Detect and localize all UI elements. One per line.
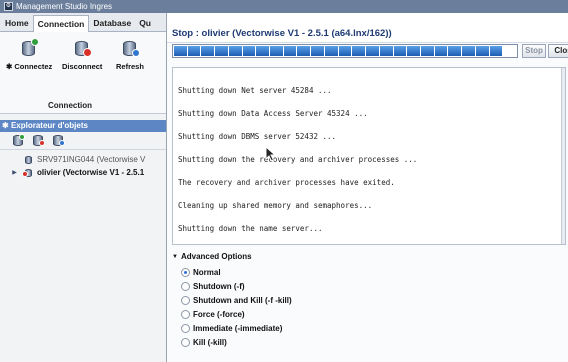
progress-segment xyxy=(448,46,462,56)
progress-segment xyxy=(311,46,324,56)
progress-segment xyxy=(379,46,393,56)
advanced-options-label: Advanced Options xyxy=(180,252,252,261)
connect-star-icon: ✱ xyxy=(6,62,13,71)
refresh-icon[interactable] xyxy=(52,134,65,147)
tab-home[interactable]: Home xyxy=(1,15,33,31)
window-title: Management Studio Ingres xyxy=(16,2,113,11)
tree-item-srv971ing044[interactable]: SRV971ING044 (Vectorwise V xyxy=(0,153,166,166)
progress-segment xyxy=(324,46,338,56)
option-shutdown[interactable]: Shutdown (-f) xyxy=(181,282,245,291)
progress-segment xyxy=(434,46,448,56)
expand-arrow-icon[interactable]: ▶ xyxy=(10,169,19,176)
progress-segment xyxy=(352,46,366,56)
dialog-title: Stop : olivier (Vectorwise V1 - 2.5.1 (a… xyxy=(172,28,392,39)
disconnect-button[interactable]: Disconnect xyxy=(62,38,102,71)
connect-label: Connectez xyxy=(14,62,53,71)
progress-segment xyxy=(366,46,379,56)
log-line: Shutting down Net server 45284 ... xyxy=(178,86,332,95)
progress-segment xyxy=(187,46,201,56)
log-output: Shutting down Net server 45284 ... Shutt… xyxy=(172,67,566,245)
refresh-label: Refresh xyxy=(116,62,144,71)
left-pane: Home Connection Database Qu ✱ Connectez … xyxy=(0,13,166,362)
connect-button[interactable]: ✱ Connectez xyxy=(6,38,52,71)
explorer-title: Explorateur d'objets xyxy=(10,121,88,130)
progress-segment xyxy=(338,46,352,56)
option-label: Kill (-kill) xyxy=(193,338,227,347)
object-explorer-header: ✱ Explorateur d'objets xyxy=(0,120,166,132)
app-icon: ⚙ xyxy=(4,2,13,11)
window-titlebar: ⚙ Management Studio Ingres xyxy=(0,0,568,13)
log-line: Shutting down the name server... xyxy=(178,224,323,233)
radio-button[interactable] xyxy=(181,268,190,277)
stop-dialog: Stop : olivier (Vectorwise V1 - 2.5.1 (a… xyxy=(166,13,568,362)
option-shutdown-kill[interactable]: Shutdown and Kill (-f -kill) xyxy=(181,296,292,305)
progress-segment xyxy=(475,46,489,56)
tree-item-label: SRV971ING044 (Vectorwise V xyxy=(37,155,146,164)
progress-segment xyxy=(297,46,311,56)
log-scrollbar[interactable] xyxy=(561,68,565,244)
log-line: Shutting down the recovery and archiver … xyxy=(178,155,418,164)
progress-segment xyxy=(174,46,187,56)
progress-segment xyxy=(420,46,434,56)
close-button[interactable]: Clos xyxy=(548,44,568,58)
stop-button[interactable]: Stop xyxy=(522,44,546,58)
disconnect-label: Disconnect xyxy=(62,62,103,71)
ribbon-group-label: Connection xyxy=(48,101,92,110)
ribbon-body: ✱ Connectez Disconnect Refresh Connectio… xyxy=(0,32,166,114)
radio-button[interactable] xyxy=(181,338,190,347)
radio-button[interactable] xyxy=(181,310,190,319)
database-disconnect-icon xyxy=(72,38,93,58)
log-line: Cleaning up shared memory and semaphores… xyxy=(178,201,373,210)
connect-icon[interactable] xyxy=(12,134,25,147)
disconnect-icon[interactable] xyxy=(32,134,45,147)
radio-button[interactable] xyxy=(181,324,190,333)
option-label: Shutdown (-f) xyxy=(193,282,245,291)
object-tree: SRV971ING044 (Vectorwise V ▶ olivier (Ve… xyxy=(0,150,166,179)
collapse-caret-icon: ▼ xyxy=(172,253,178,260)
option-force[interactable]: Force (-force) xyxy=(181,310,245,319)
progress-segment xyxy=(228,46,242,56)
log-line: Shutting down DBMS server 52432 ... xyxy=(178,132,337,141)
progress-segment xyxy=(256,46,270,56)
option-normal[interactable]: Normal xyxy=(181,268,221,277)
explorer-star-icon: ✱ xyxy=(2,121,9,130)
progress-segment xyxy=(242,46,256,56)
advanced-options-toggle[interactable]: ▼ Advanced Options xyxy=(172,252,252,261)
progress-segment xyxy=(201,46,215,56)
refresh-button[interactable]: Refresh xyxy=(116,38,144,71)
log-line: The recovery and archiver processes have… xyxy=(178,178,395,187)
progress-bar xyxy=(172,44,518,58)
server-offline-icon xyxy=(24,155,34,165)
radio-button[interactable] xyxy=(181,282,190,291)
progress-segment xyxy=(462,46,475,56)
progress-segment xyxy=(489,46,503,56)
option-immediate[interactable]: Immediate (-immediate) xyxy=(181,324,282,333)
log-line: Shutting down Data Access Server 45324 .… xyxy=(178,109,368,118)
progress-segment xyxy=(393,46,407,56)
tab-database[interactable]: Database xyxy=(89,15,135,31)
radio-button[interactable] xyxy=(181,296,190,305)
tab-query[interactable]: Qu xyxy=(135,15,155,31)
explorer-toolbar xyxy=(0,132,166,150)
tab-connection[interactable]: Connection xyxy=(32,15,90,32)
dialog-header: Stop : olivier (Vectorwise V1 - 2.5.1 (a… xyxy=(167,13,568,43)
database-refresh-icon xyxy=(120,38,140,58)
option-label: Normal xyxy=(193,268,221,277)
database-connect-icon xyxy=(19,38,40,58)
option-label: Shutdown and Kill (-f -kill) xyxy=(193,296,292,305)
tree-item-olivier[interactable]: ▶ olivier (Vectorwise V1 - 2.5.1 xyxy=(0,166,166,179)
option-kill[interactable]: Kill (-kill) xyxy=(181,338,227,347)
progress-segment xyxy=(503,46,516,56)
server-stopping-icon xyxy=(22,168,34,178)
mouse-cursor-icon xyxy=(265,146,277,162)
progress-segment xyxy=(407,46,420,56)
tree-item-label: olivier (Vectorwise V1 - 2.5.1 xyxy=(37,168,145,177)
ribbon-tabs: Home Connection Database Qu xyxy=(0,13,166,32)
option-label: Force (-force) xyxy=(193,310,245,319)
progress-segment xyxy=(270,46,283,56)
progress-segment xyxy=(283,46,297,56)
progress-segment xyxy=(215,46,228,56)
option-label: Immediate (-immediate) xyxy=(193,324,283,333)
